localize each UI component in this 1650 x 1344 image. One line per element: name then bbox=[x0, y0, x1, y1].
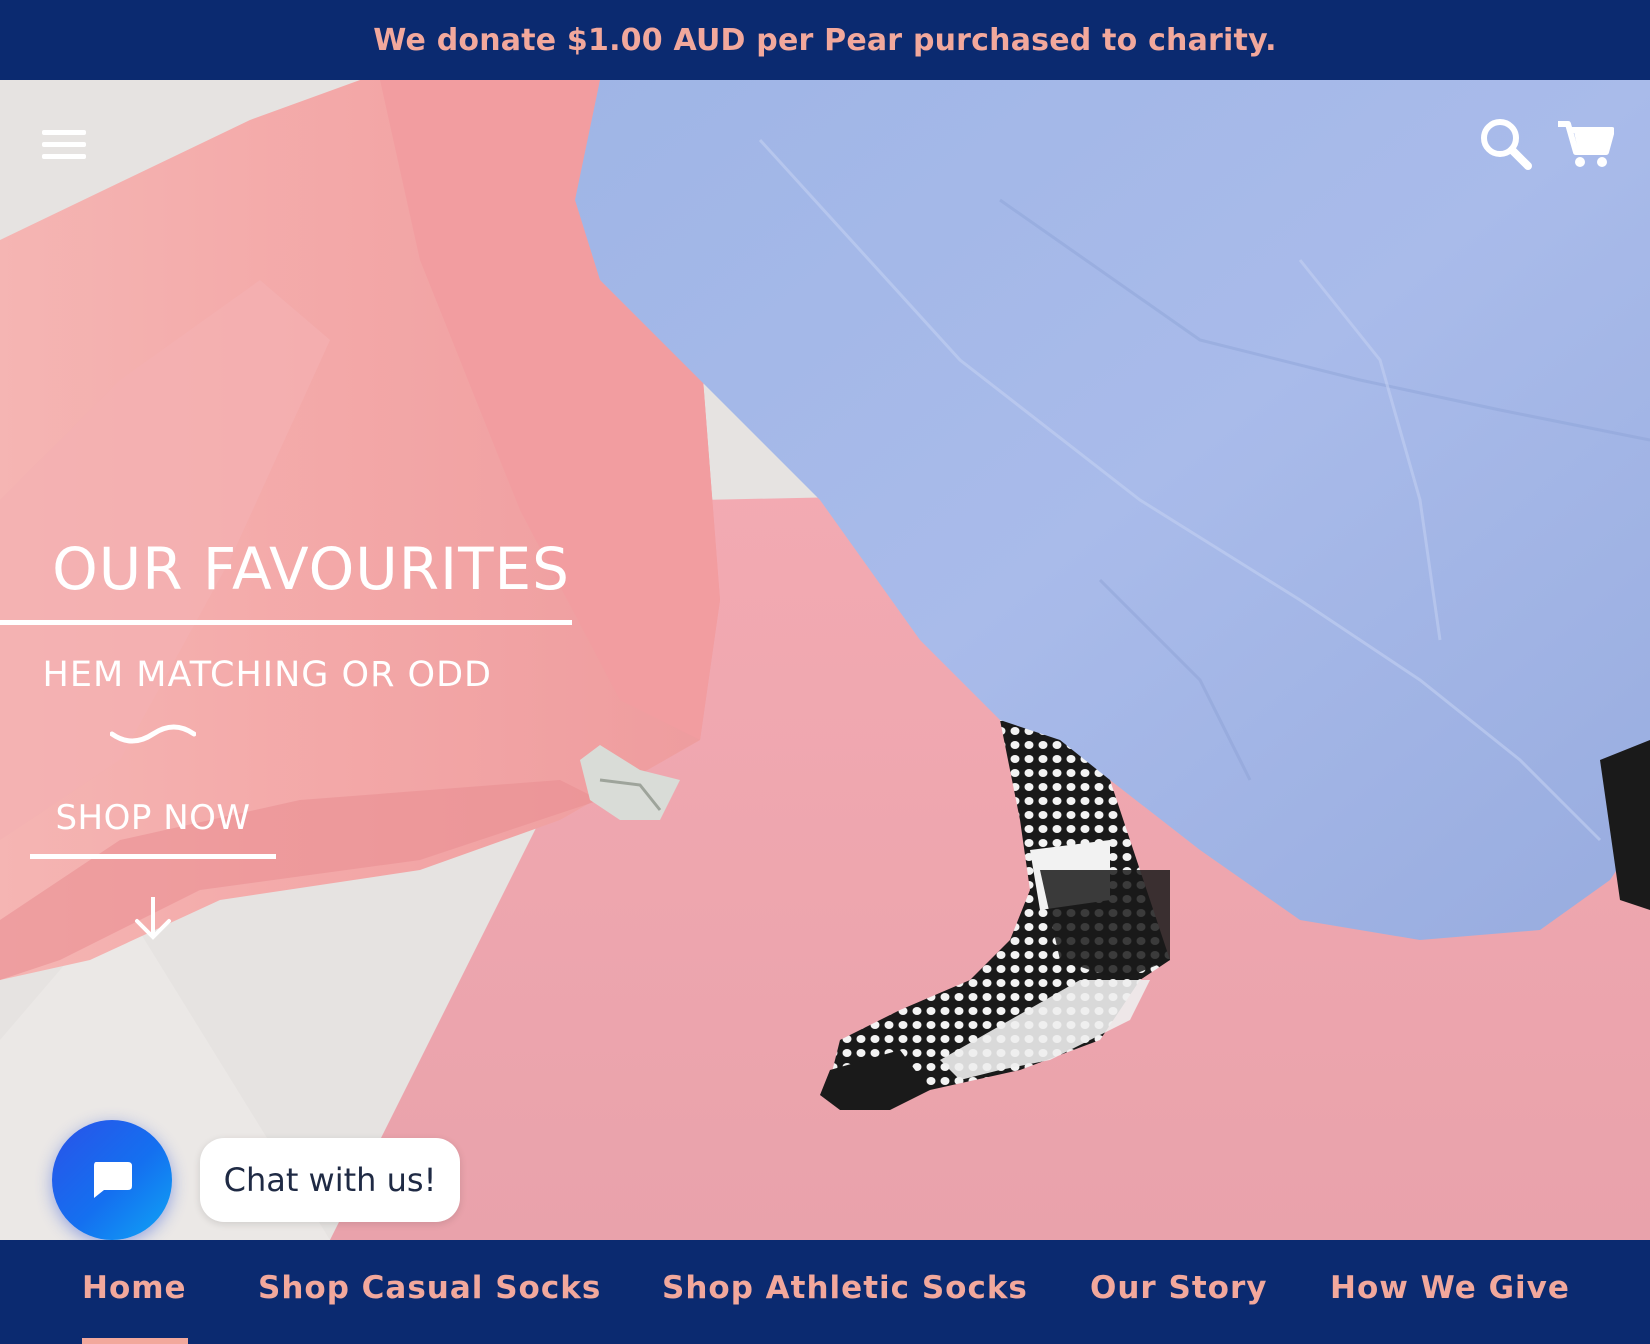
page: We donate $1.00 AUD per Pear purchased t… bbox=[0, 0, 1650, 1344]
main-navigation: Home Shop Casual Socks Shop Athletic Soc… bbox=[0, 1240, 1650, 1344]
nav-item-shop-casual-socks[interactable]: Shop Casual Socks bbox=[258, 1270, 601, 1306]
chat-prompt[interactable]: Chat with us! bbox=[200, 1138, 460, 1222]
squiggle-divider-icon bbox=[110, 724, 196, 744]
chat-prompt-label: Chat with us! bbox=[223, 1161, 437, 1199]
cart-icon[interactable] bbox=[1556, 118, 1615, 170]
chat-bubble-icon bbox=[94, 1162, 132, 1198]
nav-item-our-story[interactable]: Our Story bbox=[1090, 1270, 1267, 1306]
shop-now-button[interactable]: SHOP NOW bbox=[30, 798, 276, 859]
hero-banner: OUR FAVOURITES HEM MATCHING OR ODD SHOP … bbox=[0, 80, 1650, 1240]
nav-item-how-we-give[interactable]: How We Give bbox=[1330, 1270, 1570, 1306]
nav-item-home[interactable]: Home bbox=[82, 1270, 187, 1306]
announcement-bar: We donate $1.00 AUD per Pear purchased t… bbox=[0, 0, 1650, 80]
hero-subtitle: HEM MATCHING OR ODD bbox=[42, 655, 492, 695]
hamburger-menu-icon[interactable] bbox=[40, 126, 88, 164]
search-icon[interactable] bbox=[1478, 116, 1534, 172]
announcement-text: We donate $1.00 AUD per Pear purchased t… bbox=[373, 22, 1277, 58]
hero-title: OUR FAVOURITES bbox=[52, 535, 570, 603]
active-nav-indicator bbox=[82, 1338, 188, 1344]
nav-item-shop-athletic-socks[interactable]: Shop Athletic Socks bbox=[662, 1270, 1028, 1306]
chat-launcher-button[interactable] bbox=[52, 1120, 172, 1240]
hero-title-underline bbox=[0, 620, 572, 625]
arrow-down-icon[interactable] bbox=[133, 895, 173, 941]
